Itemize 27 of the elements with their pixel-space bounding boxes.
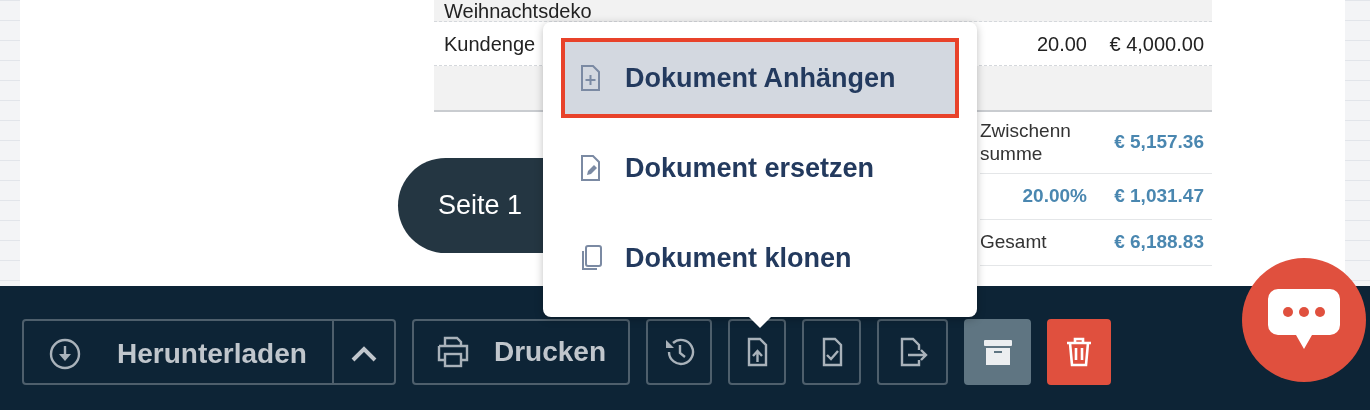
item-total: € 4,000.00 xyxy=(1109,32,1204,55)
total-amount: € 1,031.47 xyxy=(1114,185,1204,207)
archive-box-icon xyxy=(982,337,1013,367)
history-button[interactable] xyxy=(646,319,712,385)
archive-button[interactable] xyxy=(964,319,1031,385)
total-label: Gesamt xyxy=(980,231,1047,253)
total-label: Zwischenn summe xyxy=(980,119,1071,164)
trash-icon xyxy=(1065,336,1093,368)
file-plus-icon xyxy=(579,64,603,92)
caret-up-icon xyxy=(350,345,378,363)
upload-document-button[interactable] xyxy=(728,319,786,385)
history-icon xyxy=(663,336,695,368)
printer-icon xyxy=(435,336,470,368)
tax-rate: 20.00% xyxy=(1022,185,1087,207)
export-document-button[interactable] xyxy=(877,319,948,385)
delete-button[interactable] xyxy=(1047,319,1111,385)
copy-icon xyxy=(579,244,603,272)
download-icon xyxy=(49,338,82,370)
menu-item[interactable]: Dokument Anhängen xyxy=(561,38,959,118)
total-amount: € 6,188.83 xyxy=(1114,231,1204,253)
approve-document-button[interactable] xyxy=(802,319,861,385)
item-description: Weihnachtsdeko xyxy=(444,0,592,22)
item-description: Kundenge xyxy=(444,32,536,55)
item-price: 20.00 xyxy=(1036,32,1087,55)
print-button[interactable]: Drucken xyxy=(412,319,630,385)
file-pencil-icon xyxy=(579,154,603,182)
total-amount: € 5,157.36 xyxy=(1114,131,1204,153)
